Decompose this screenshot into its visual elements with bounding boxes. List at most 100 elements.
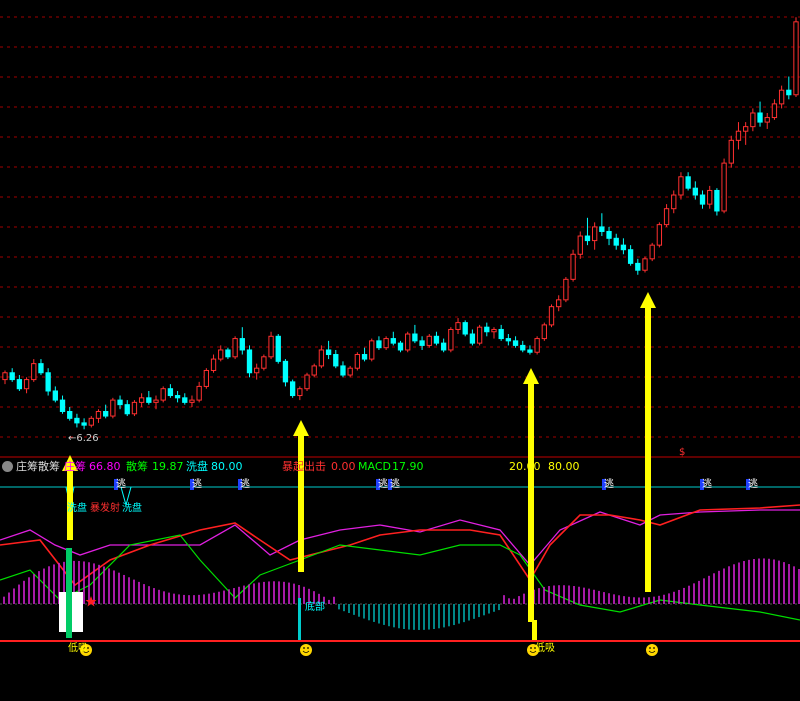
candle-body (397, 342, 404, 351)
value-zhuangchou-label: 庄筹 (64, 460, 86, 473)
candle-body (771, 103, 778, 119)
label-tao-2: 逃 (192, 479, 202, 490)
candle-body (764, 117, 770, 123)
smiley-eye (303, 647, 305, 649)
candle-body (541, 324, 547, 340)
label-xipan-2: 洗盘 (122, 503, 142, 514)
candle-body (52, 390, 58, 401)
candle-body (750, 112, 756, 128)
candle-body (369, 340, 375, 360)
candle-body (440, 342, 447, 351)
candle-body (131, 401, 138, 415)
candle-body (138, 397, 145, 403)
candle-body (103, 410, 109, 417)
value-high-line: 80.00 (548, 460, 580, 473)
candle-body (160, 388, 166, 401)
candle-body (203, 369, 210, 387)
low-price-value: 6.26 (76, 433, 99, 444)
candle-body (786, 89, 792, 96)
candle-body (174, 395, 181, 399)
value-baoqi: 0.00 (331, 460, 356, 473)
stock-chart[interactable]: 庄筹散筹 庄筹 66.80 散筹 19.87 洗盘 80.00 暴起出击 0.0… (0, 0, 800, 697)
candle-body (570, 253, 576, 280)
candle-body (721, 162, 727, 212)
candle-body (642, 258, 648, 271)
value-macd: 17.90 (392, 460, 424, 473)
candle-body (663, 208, 670, 226)
label-tao-6: 逃 (604, 479, 614, 490)
label-tao-4: 逃 (378, 479, 388, 490)
candle-body (412, 333, 418, 342)
candle-body (146, 397, 152, 403)
smiley-eye (530, 647, 532, 649)
candle-body (778, 89, 785, 105)
candle-body (491, 328, 497, 333)
label-tao-8: 逃 (748, 479, 758, 490)
value-low-line: 20.00 (509, 460, 541, 473)
low-signal-bar (532, 620, 537, 640)
candle-body (189, 399, 195, 403)
candle-body (340, 365, 346, 376)
candle-body (390, 338, 396, 344)
candle-body (31, 363, 37, 381)
candle-body (282, 360, 289, 383)
smiley-eye (649, 647, 651, 649)
label-tao-5: 逃 (390, 479, 400, 490)
yellow-arrow-head (640, 292, 656, 308)
candle-body (347, 367, 353, 376)
candle-body (678, 176, 684, 196)
value-macd-label: MACD (358, 460, 391, 473)
value-xipan: 80.00 (211, 460, 243, 473)
candle-body (606, 230, 612, 239)
candle-body (635, 262, 641, 271)
candle-body (671, 194, 677, 210)
indicator-name: 庄筹散筹 (16, 460, 60, 473)
candle-body (167, 388, 174, 397)
sanchou-line (0, 534, 800, 621)
signal-bar (66, 548, 72, 638)
candle-body (354, 354, 361, 369)
label-dibu: 底部 (305, 602, 325, 613)
candle-body (275, 335, 281, 362)
bottom-signal-bar (298, 598, 301, 640)
candle-body (225, 349, 231, 358)
candle-body (498, 328, 504, 340)
candle-body (448, 328, 454, 351)
candle-body (153, 399, 159, 403)
label-dollar: $ (679, 447, 686, 458)
candle-body (476, 326, 483, 344)
label-tao-7: 逃 (702, 479, 712, 490)
smiley-eye (307, 647, 309, 649)
smiley-eye (653, 647, 655, 649)
candle-body (311, 365, 317, 376)
candle-body (484, 326, 490, 333)
value-baoqi-label: 暴起出击 (282, 460, 326, 473)
label-baofashe: 暴发射 (90, 503, 120, 514)
candle-body (16, 379, 23, 390)
candle-body (304, 374, 310, 390)
candle-body (556, 299, 562, 308)
value-sanchou: 19.87 (152, 460, 184, 473)
star-icon (85, 596, 97, 607)
candle-body (527, 349, 533, 353)
candle-body (656, 224, 663, 246)
candle-body (426, 335, 432, 346)
candle-body (462, 322, 468, 335)
candle-body (218, 349, 224, 360)
yellow-arrow-head (293, 420, 309, 436)
candle-body (591, 226, 598, 242)
candle-body (505, 338, 512, 342)
candle-body (563, 278, 569, 301)
label-dixi-2: 低吸 (535, 643, 555, 654)
chart-canvas[interactable] (0, 0, 800, 697)
yellow-arrow-head (523, 368, 539, 384)
candle-body (707, 189, 713, 205)
collapse-icon[interactable] (2, 461, 13, 472)
candle-body (333, 354, 339, 367)
yellow-arrow-shaft (645, 306, 651, 592)
candle-body (196, 385, 202, 401)
candle-body (297, 388, 303, 397)
candle-body (38, 363, 44, 374)
candle-body (88, 417, 94, 426)
candle-body (289, 381, 296, 397)
